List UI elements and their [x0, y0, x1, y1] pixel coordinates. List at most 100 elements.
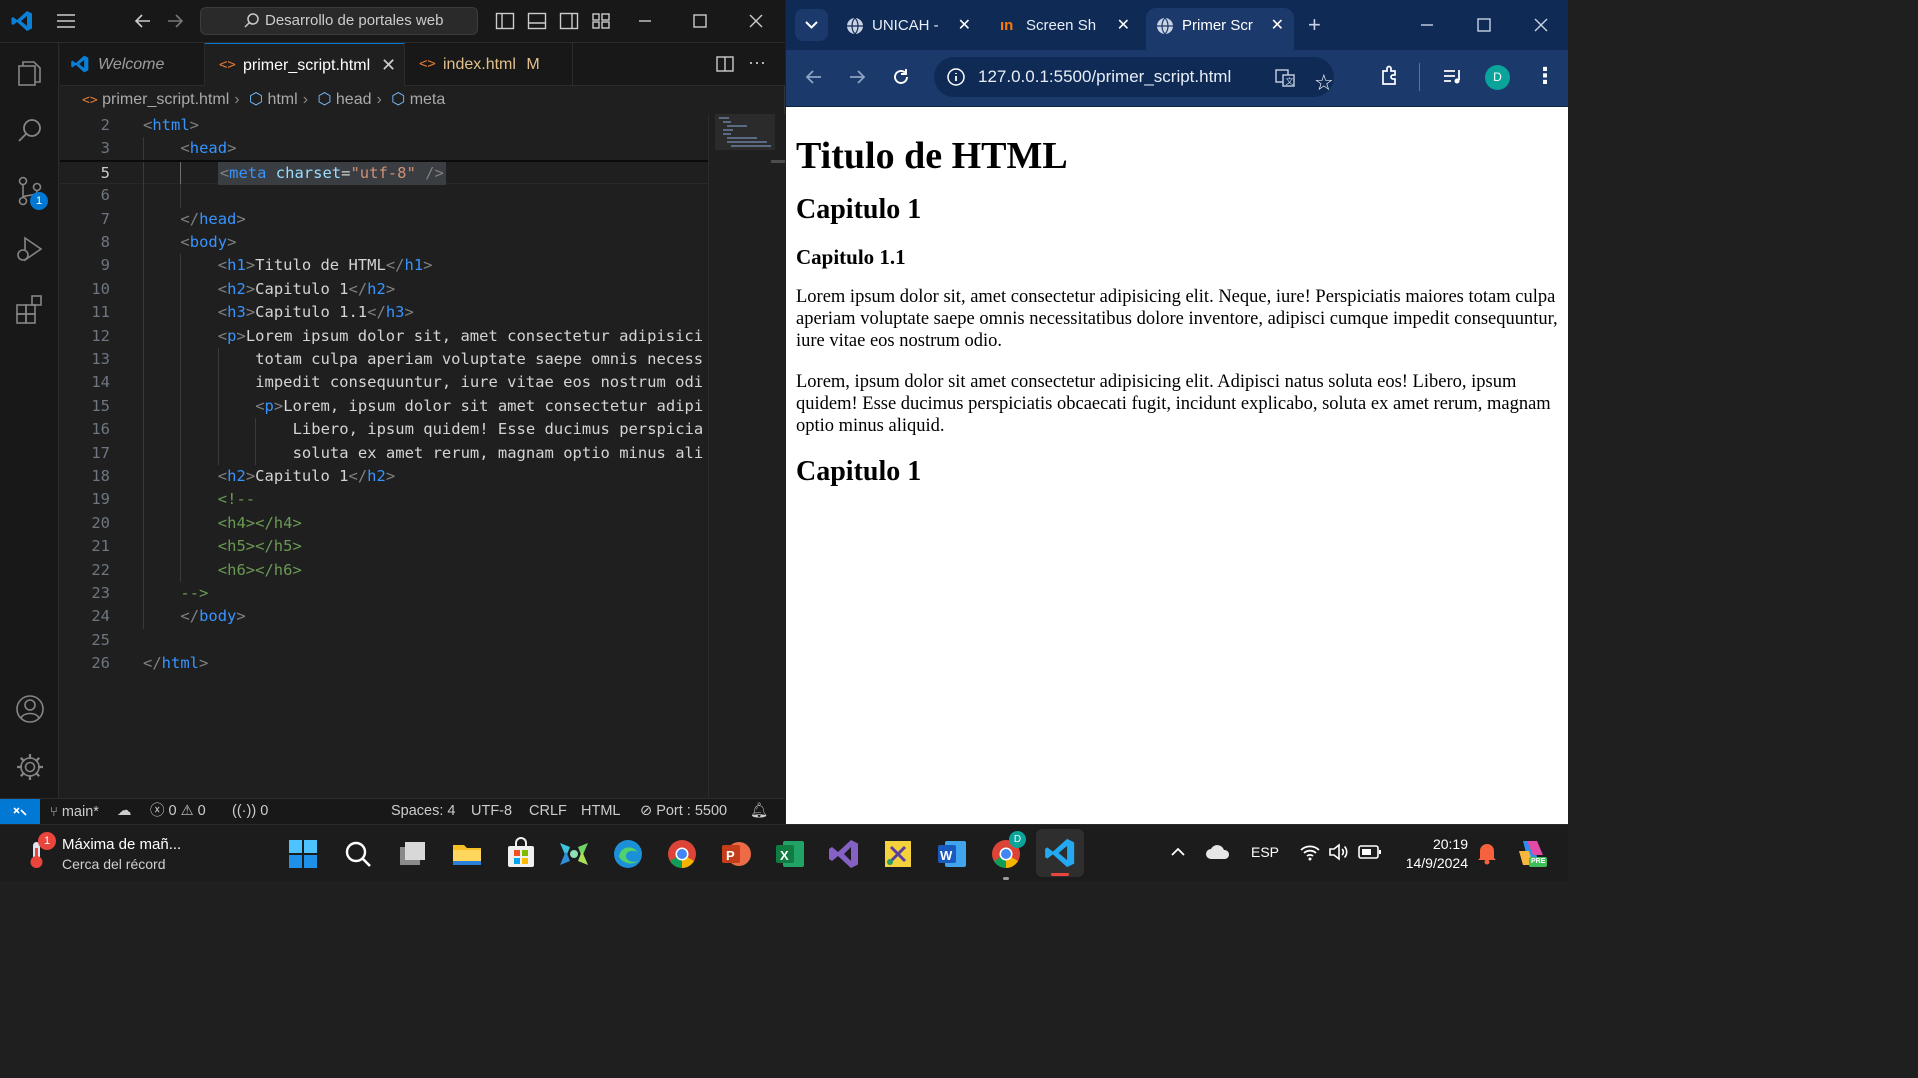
media-controls-icon[interactable] [1442, 66, 1464, 88]
toggle-panel-icon[interactable] [526, 10, 548, 32]
tab-primer-script[interactable]: <> primer_script.html ✕ [205, 43, 405, 86]
powerpoint-icon[interactable]: P [719, 837, 753, 871]
split-editor-icon[interactable] [715, 54, 735, 74]
breadcrumb-head[interactable]: head [336, 91, 372, 108]
menu-icon[interactable] [55, 10, 77, 32]
minimize-icon[interactable] [1416, 14, 1438, 36]
branch-item[interactable]: ⑂ main* [50, 799, 99, 825]
weather-title[interactable]: Máxima de mañ... [62, 835, 181, 855]
address-bar[interactable]: 127.0.0.1:5500/primer_script.html 文 ☆ [934, 57, 1334, 97]
search-icon[interactable] [14, 115, 46, 147]
code-line[interactable]: 23 --> [60, 582, 708, 606]
live-server-item[interactable]: ⊘ Port : 5500 [640, 799, 727, 824]
notification-bell-icon[interactable] [1476, 841, 1498, 865]
code-line[interactable]: 14 impedit consequuntur, iure vitae eos n… [60, 371, 708, 395]
ports-item[interactable]: ((·)) 0 [232, 799, 268, 824]
problems-item[interactable]: ⓧ 0 ⚠ 0 [150, 799, 206, 824]
vscode-taskbar-button[interactable] [1036, 829, 1084, 877]
minimap-slider[interactable] [771, 160, 785, 163]
eol-item[interactable]: CRLF [529, 799, 567, 824]
code-line[interactable]: 3 <head> [60, 137, 708, 161]
source-control-icon[interactable]: 1 [14, 175, 48, 210]
code-line[interactable]: 21 <h5></h5> [60, 535, 708, 559]
code-line[interactable]: 5 <meta charset="utf-8" /> [60, 160, 708, 186]
extensions-icon[interactable] [14, 293, 46, 325]
code-line[interactable]: 17 soluta ex amet rerum, magnam optio min… [60, 441, 708, 465]
notifications-bell-icon[interactable]: 🔔︎ [750, 799, 768, 824]
explorer-icon[interactable] [14, 57, 46, 89]
minimap[interactable] [708, 114, 785, 798]
code-line[interactable]: 25 [60, 629, 708, 652]
code-line[interactable]: 7 </head> [60, 207, 708, 231]
profile-avatar[interactable]: D [1485, 65, 1510, 90]
input-language[interactable]: ESP [1251, 844, 1279, 860]
extensions-puzzle-icon[interactable] [1378, 64, 1402, 88]
code-line[interactable]: 22 <h6></h6> [60, 558, 708, 582]
code-line[interactable]: 24 </body> [60, 605, 708, 629]
edge-browser-icon[interactable] [611, 837, 645, 871]
close-tab-icon[interactable]: ✕ [381, 44, 396, 87]
close-icon[interactable] [1530, 14, 1552, 36]
toggle-secondary-sidebar-icon[interactable] [558, 10, 580, 32]
breadcrumb-file[interactable]: primer_script.html [102, 91, 229, 108]
show-hidden-icons-chevron-icon[interactable] [1168, 842, 1188, 862]
task-view-icon[interactable] [395, 837, 429, 871]
copilot-icon[interactable]: PRE [1515, 837, 1548, 869]
back-arrow-icon[interactable] [803, 66, 825, 88]
browser-tab-primer-script[interactable]: Primer Scr ✕ [1146, 8, 1294, 50]
forward-arrow-icon[interactable] [164, 10, 186, 32]
wifi-icon[interactable] [1299, 842, 1321, 862]
reload-icon[interactable] [890, 66, 912, 88]
tab-search-button[interactable] [795, 9, 828, 41]
bookmark-star-icon[interactable]: ☆ [1314, 63, 1334, 103]
weather-widget[interactable]: 1 [22, 832, 56, 868]
close-tab-icon[interactable]: ✕ [1117, 8, 1130, 44]
toggle-primary-sidebar-icon[interactable] [494, 10, 516, 32]
excel-icon[interactable]: X [773, 837, 807, 871]
code-line[interactable]: 15 <p>Lorem, ipsum dolor sit amet consect… [60, 394, 708, 419]
sync-cloud-icon[interactable]: ☁ [117, 799, 132, 824]
run-debug-icon[interactable] [14, 233, 46, 265]
command-center-search[interactable]: Desarrollo de portales web [200, 7, 478, 35]
manage-gear-icon[interactable] [14, 751, 46, 783]
code-line[interactable]: 26 </html> [60, 652, 708, 675]
maximize-icon[interactable] [1473, 14, 1495, 36]
new-tab-plus-icon[interactable]: + [1308, 12, 1321, 38]
translate-icon[interactable]: 文 [1274, 67, 1296, 89]
widgets-app-icon[interactable] [557, 837, 591, 871]
browser-tab-unicah[interactable]: UNICAH - ✕ [836, 8, 981, 50]
indentation-item[interactable]: Spaces: 4 [391, 799, 456, 824]
maximize-icon[interactable] [689, 10, 711, 32]
code-line[interactable]: 13 totam culpa aperiam voluptate saepe om… [60, 348, 708, 372]
start-button[interactable] [286, 837, 320, 871]
forward-arrow-icon[interactable] [846, 66, 868, 88]
code-line[interactable]: 20 <h4></h4> [60, 511, 708, 536]
code-line[interactable]: 18 <h2>Capitulo 1</h2> [60, 465, 708, 489]
more-actions-icon[interactable]: ··· [748, 52, 766, 73]
site-info-icon[interactable] [946, 67, 966, 87]
breadcrumb-meta[interactable]: meta [410, 91, 446, 108]
tab-index-html[interactable]: <> index.html M [405, 43, 573, 86]
code-line[interactable]: 10 <h2>Capitulo 1</h2> [60, 277, 708, 302]
minimize-icon[interactable] [634, 10, 656, 32]
code-line[interactable]: 16 Libero, ipsum quidem! Esse ducimus per… [60, 418, 708, 442]
code-line[interactable]: 11 <h3>Capitulo 1.1</h3> [60, 301, 708, 325]
visual-studio-icon[interactable] [827, 837, 861, 871]
back-arrow-icon[interactable] [132, 10, 154, 32]
customize-layout-icon[interactable] [590, 10, 612, 32]
remote-indicator[interactable] [0, 799, 40, 824]
clock[interactable]: 20:19 14/9/2024 [1406, 835, 1468, 873]
close-tab-icon[interactable]: ✕ [1271, 8, 1284, 44]
encoding-item[interactable]: UTF-8 [471, 799, 512, 824]
close-tab-icon[interactable]: ✕ [958, 8, 971, 44]
accounts-icon[interactable] [14, 693, 46, 725]
language-item[interactable]: HTML [581, 799, 620, 824]
word-icon[interactable]: W [935, 837, 969, 871]
browser-tab-screenshot[interactable]: ın Screen Sh ✕ [990, 8, 1140, 50]
battery-icon[interactable] [1358, 843, 1382, 861]
tab-welcome[interactable]: Welcome [60, 43, 205, 86]
onedrive-cloud-icon[interactable] [1205, 842, 1231, 862]
file-explorer-icon[interactable] [450, 837, 484, 871]
code-line[interactable]: 6 [60, 184, 708, 208]
chrome-profile-icon[interactable]: D [989, 831, 1026, 880]
